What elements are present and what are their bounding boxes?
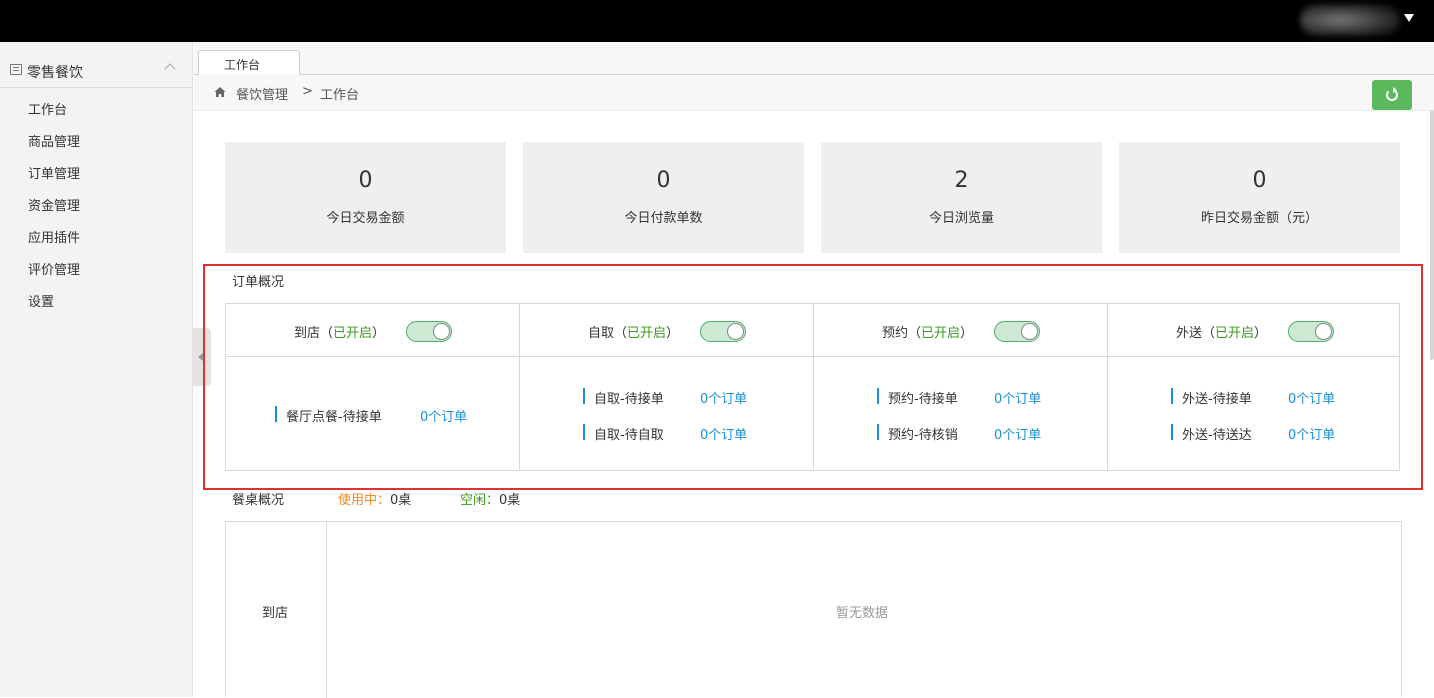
tables-idle: 空闲：0桌	[460, 493, 521, 508]
sidebar-group-title: 零售餐饮	[27, 65, 83, 81]
order-type-name: 预约（已开启）	[882, 326, 974, 341]
table-overview-title: 餐桌概况	[232, 493, 285, 508]
order-overview-title: 订单概况	[232, 275, 285, 290]
tab-workbench[interactable]: 工作台	[198, 50, 300, 76]
sidebar: 零售餐饮 工作台 商品管理 订单管理 资金管理 应用插件 评价管理 设置	[0, 42, 193, 697]
order-row: 自取-待自取 0个订单	[583, 423, 783, 443]
order-row: 外送-待接单 0个订单	[1171, 387, 1371, 407]
order-column-header: 外送（已开启）	[1108, 304, 1399, 357]
order-row-label: 预约-待接单	[888, 392, 958, 407]
order-count-link[interactable]: 0个订单	[700, 424, 747, 443]
order-column-reservation: 预约（已开启） 预约-待接单 0个订单 预约-待核销 0个订单	[814, 304, 1108, 470]
order-row: 预约-待接单 0个订单	[877, 387, 1077, 407]
sidebar-group-header[interactable]: 零售餐饮	[0, 54, 193, 88]
tab-bar: 工作台	[194, 42, 1434, 76]
empty-state: 暂无数据	[836, 606, 889, 621]
order-type-status: 已开启	[921, 326, 961, 341]
delivery-toggle[interactable]	[1288, 321, 1334, 342]
order-count-link[interactable]: 0个订单	[700, 388, 747, 407]
order-row: 自取-待接单 0个订单	[583, 387, 783, 407]
sidebar-item-orders[interactable]: 订单管理	[28, 163, 80, 182]
stat-value: 0	[358, 168, 373, 193]
breadcrumb-parent[interactable]: 餐饮管理	[236, 84, 288, 103]
order-row-label: 自取-待接单	[594, 392, 664, 407]
stat-card-today-views: 2 今日浏览量	[821, 142, 1102, 253]
stat-label: 今日付款单数	[624, 211, 703, 226]
stat-label: 今日交易金额	[326, 211, 405, 226]
order-type-status: 已开启	[333, 326, 373, 341]
order-type-name: 自取（已开启）	[588, 326, 680, 341]
stat-label: 今日浏览量	[928, 211, 994, 226]
refresh-button[interactable]	[1372, 80, 1412, 110]
order-type-name: 外送（已开启）	[1176, 326, 1268, 341]
stat-value: 0	[656, 168, 671, 193]
breadcrumb-current: 工作台	[320, 88, 360, 103]
order-column-dine-in: 到店（已开启） 餐厅点餐-待接单 0个订单	[226, 304, 520, 470]
order-column-header: 到店（已开启）	[226, 304, 519, 357]
order-column-delivery: 外送（已开启） 外送-待接单 0个订单 外送-待送达 0个订单	[1108, 304, 1399, 470]
order-count-link[interactable]: 0个订单	[1288, 424, 1335, 443]
stat-card-yesterday-amount: 0 昨日交易金额（元）	[1119, 142, 1400, 253]
top-bar	[0, 0, 1434, 42]
breadcrumb-separator: >	[302, 84, 313, 99]
stat-value: 0	[1252, 168, 1267, 193]
sidebar-item-plugins[interactable]: 应用插件	[28, 227, 80, 246]
tables-in-use: 使用中：0桌	[338, 493, 412, 508]
home-icon	[214, 87, 226, 97]
refresh-icon	[1386, 87, 1398, 101]
order-count-link[interactable]: 0个订单	[994, 424, 1041, 443]
book-icon	[10, 64, 22, 75]
scrollbar[interactable]	[1430, 110, 1434, 360]
order-count-link[interactable]: 0个订单	[994, 388, 1041, 407]
sidebar-item-products[interactable]: 商品管理	[28, 131, 80, 150]
order-row-label: 餐厅点餐-待接单	[286, 410, 382, 425]
order-overview-table: 到店（已开启） 餐厅点餐-待接单 0个订单 自取（已开启） 自取-待接单 0个订…	[225, 303, 1400, 471]
order-row: 外送-待送达 0个订单	[1171, 423, 1371, 443]
table-row-header: 到店	[226, 522, 327, 698]
order-row-label: 外送-待送达	[1182, 428, 1252, 443]
order-row: 餐厅点餐-待接单 0个订单	[275, 405, 495, 425]
order-type-status: 已开启	[1215, 326, 1255, 341]
caret-down-icon[interactable]	[1404, 14, 1414, 22]
order-row-label: 自取-待自取	[594, 428, 664, 443]
stat-value: 2	[954, 168, 969, 193]
tab-label: 工作台	[224, 58, 261, 72]
order-column-header: 自取（已开启）	[520, 304, 813, 357]
order-column-header: 预约（已开启）	[814, 304, 1107, 357]
sidebar-item-reviews[interactable]: 评价管理	[28, 259, 80, 278]
table-overview-table: 到店 暂无数据	[225, 521, 1402, 698]
pickup-toggle[interactable]	[700, 321, 746, 342]
stat-label: 昨日交易金额（元）	[1200, 211, 1318, 226]
sidebar-item-workbench[interactable]: 工作台	[28, 99, 67, 118]
order-count-link[interactable]: 0个订单	[420, 406, 467, 425]
sidebar-item-settings[interactable]: 设置	[28, 291, 54, 310]
order-column-pickup: 自取（已开启） 自取-待接单 0个订单 自取-待自取 0个订单	[520, 304, 814, 470]
order-type-name: 到店（已开启）	[294, 326, 386, 341]
order-row-label: 预约-待核销	[888, 428, 958, 443]
breadcrumb: 餐饮管理 > 工作台	[194, 75, 1434, 111]
chevron-up-icon[interactable]	[164, 63, 176, 75]
reservation-toggle[interactable]	[994, 321, 1040, 342]
order-type-status: 已开启	[627, 326, 667, 341]
order-row-label: 外送-待接单	[1182, 392, 1252, 407]
order-row: 预约-待核销 0个订单	[877, 423, 1077, 443]
order-count-link[interactable]: 0个订单	[1288, 388, 1335, 407]
user-avatar[interactable]	[1300, 4, 1400, 36]
sidebar-item-funds[interactable]: 资金管理	[28, 195, 80, 214]
dine-in-toggle[interactable]	[406, 321, 452, 342]
stat-card-today-orders: 0 今日付款单数	[523, 142, 804, 253]
table-row-label: 到店	[262, 606, 289, 621]
stat-card-today-amount: 0 今日交易金额	[225, 142, 506, 253]
